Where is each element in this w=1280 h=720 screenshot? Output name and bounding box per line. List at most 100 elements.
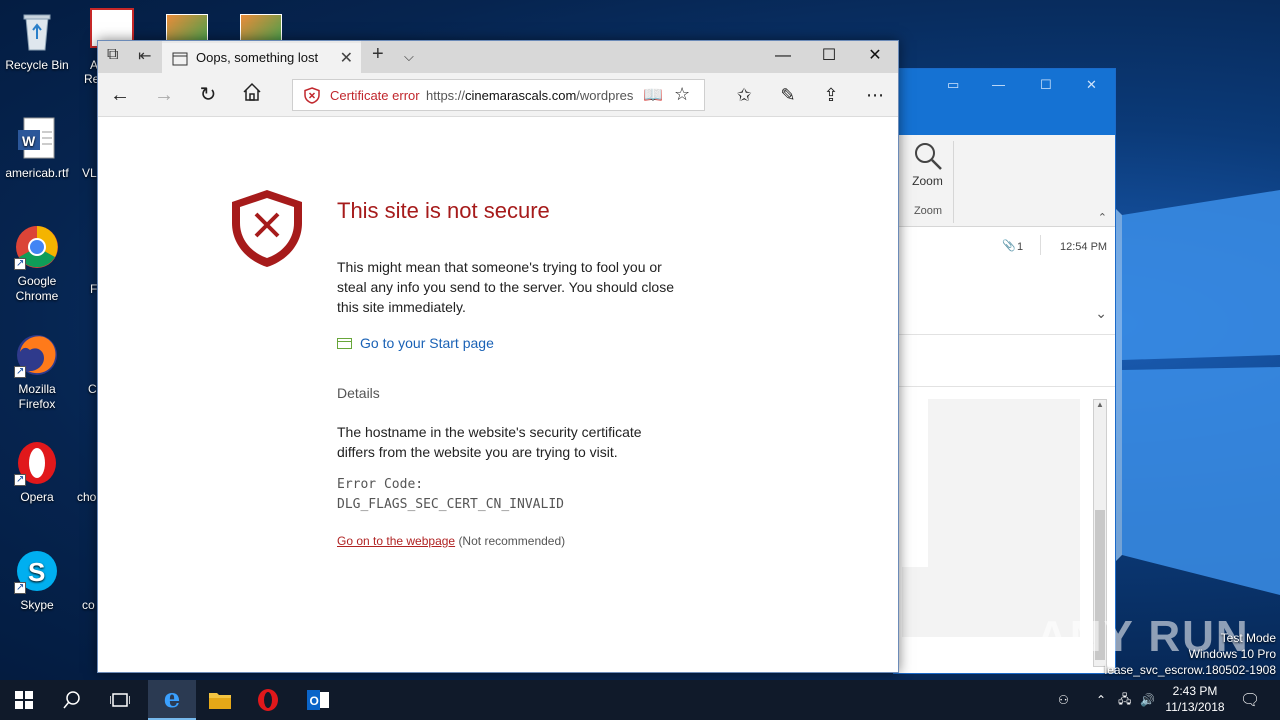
forward-arrow-icon[interactable]: → (150, 82, 178, 108)
url-text[interactable]: https://cinemarascals.com/wordpres (426, 88, 634, 103)
certificate-error-label[interactable]: Certificate error (330, 88, 420, 103)
windows-logo-wallpaper (1112, 190, 1280, 595)
skype-icon: S (14, 548, 60, 595)
page-title: This site is not secure (337, 198, 550, 223)
partial-label: co (82, 598, 95, 612)
windows-icon (15, 691, 33, 709)
back-arrow-icon[interactable]: ← (106, 82, 134, 108)
share-icon[interactable]: ⇪ (817, 82, 845, 108)
tab-close-icon[interactable]: ✕ (340, 48, 353, 68)
people-icon[interactable]: ⚇ (1058, 680, 1069, 720)
error-code-value: DLG_FLAGS_SEC_CERT_CN_INVALID (337, 497, 564, 512)
message-header: 📎 1 12:54 PM ⌄ (894, 227, 1115, 335)
maximize-icon[interactable]: ☐ (1040, 77, 1052, 93)
task-view-button[interactable] (96, 680, 144, 720)
opera-icon (14, 440, 60, 487)
recycle-bin-icon (14, 8, 60, 54)
taskbar-file-explorer[interactable] (196, 680, 244, 720)
restore-icon[interactable]: ▭ (947, 77, 959, 93)
taskbar-outlook[interactable]: O (294, 680, 342, 720)
tab-active[interactable]: Oops, something lost ✕ (162, 41, 361, 73)
magnifier-icon (914, 143, 942, 170)
desktop-icon-image-2[interactable] (240, 14, 282, 42)
minimize-icon[interactable]: — (992, 77, 1005, 92)
collapse-ribbon-icon[interactable]: ⌃ (1098, 211, 1107, 224)
desktop-icon-image-1[interactable] (166, 14, 208, 42)
minimize-button[interactable]: — (760, 41, 806, 73)
chevron-down-icon[interactable]: ⌄ (1095, 305, 1107, 322)
attachment-icon: 📎 (1002, 240, 1016, 252)
svg-text:O: O (310, 694, 319, 708)
search-icon (63, 691, 80, 709)
not-recommended-note: (Not recommended) (458, 534, 566, 548)
word-document-icon: W (14, 116, 60, 162)
divider (1040, 235, 1041, 255)
shield-error-icon (232, 190, 302, 267)
message-body-top (894, 335, 1115, 387)
set-tabs-aside-icon[interactable]: ⇤ (138, 46, 151, 66)
favorites-hub-icon[interactable]: ✩ (730, 82, 758, 108)
error-code-label: Error Code: (337, 477, 424, 492)
page-icon (172, 52, 188, 66)
edge-titlebar[interactable]: ⧉ ⇤ Oops, something lost ✕ + ⌵ — ☐ ✕ (98, 41, 898, 73)
search-button[interactable] (48, 680, 96, 720)
folder-icon (209, 693, 231, 709)
opera-icon (258, 689, 278, 711)
test-mode-notice: Test Mode Windows 10 Pro lease_svc_escro… (1104, 631, 1276, 677)
svg-text:W: W (22, 133, 36, 149)
svg-text:S: S (28, 557, 45, 587)
partial-label: VL (82, 166, 97, 180)
zoom-group-label: Zoom (913, 205, 943, 217)
attachment-count: 1 (1017, 241, 1024, 253)
desktop-icon-opera[interactable]: Opera (0, 440, 74, 505)
reading-view-icon[interactable]: 📖 (643, 85, 663, 105)
refresh-icon[interactable]: ↻ (194, 82, 222, 108)
close-button[interactable]: ✕ (852, 41, 898, 73)
home-icon[interactable] (238, 82, 266, 108)
maximize-button[interactable]: ☐ (806, 41, 852, 73)
partial-label: cho (77, 490, 97, 504)
chevron-down-icon[interactable]: ⌵ (404, 49, 414, 65)
edge-icon: e (163, 684, 181, 714)
edge-navbar: ← → ↻ Certificate error https://cinemara… (98, 73, 898, 117)
start-button[interactable] (0, 680, 48, 720)
desktop-icon-google-chrome[interactable]: Google Chrome (0, 224, 74, 304)
web-note-pen-icon[interactable]: ✎ (774, 82, 802, 108)
edge-window[interactable]: ⧉ ⇤ Oops, something lost ✕ + ⌵ — ☐ ✕ ← →… (97, 40, 899, 673)
outlook-window[interactable]: ▭ — ☐ ✕ Zoom Zoom ⌃ 📎 1 12:54 PM ⌄ ▲ (893, 68, 1116, 674)
go-on-link[interactable]: Go on to the webpage (337, 534, 455, 548)
details-heading[interactable]: Details (337, 385, 380, 401)
tab-preview-icon[interactable]: ⧉ (107, 46, 118, 64)
start-page-link[interactable]: Go to your Start page (337, 335, 494, 351)
system-clock[interactable]: 2:43 PM 11/13/2018 (1160, 683, 1230, 715)
scroll-up-icon[interactable]: ▲ (1094, 400, 1106, 412)
volume-icon[interactable]: 🔊 (1140, 680, 1155, 720)
taskbar-opera[interactable] (244, 680, 292, 720)
desktop-icon-mozilla-firefox[interactable]: Mozilla Firefox (0, 332, 74, 412)
error-code-block: Error Code: DLG_FLAGS_SEC_CERT_CN_INVALI… (337, 475, 564, 515)
go-on-row: Go on to the webpage (Not recommended) (337, 534, 565, 548)
desktop-icon-recycle-bin[interactable]: Recycle Bin (0, 8, 74, 73)
desktop-icon-americab[interactable]: W americab.rtf (0, 116, 74, 181)
show-hidden-icons[interactable]: ⌃ (1096, 680, 1106, 720)
shield-warning-icon (304, 87, 320, 104)
desktop-icon-skype[interactable]: S Skype (0, 548, 74, 613)
zoom-label: Zoom (912, 174, 943, 188)
action-center-icon[interactable]: 🗨 (1240, 680, 1260, 720)
favorite-star-icon[interactable]: ☆ (674, 84, 690, 105)
chrome-icon (14, 224, 60, 271)
taskbar-edge[interactable]: e (148, 680, 196, 720)
taskbar: e O ⚇ ⌃ 🖧 🔊 2:43 PM 11/13/2018 🗨 (0, 680, 1280, 720)
start-page-icon (337, 338, 352, 349)
tab-title: Oops, something lost (196, 50, 319, 65)
new-tab-icon[interactable]: + (372, 43, 384, 66)
outlook-titlebar[interactable]: ▭ — ☐ ✕ (894, 69, 1115, 135)
close-icon[interactable]: ✕ (1086, 77, 1097, 93)
more-options-icon[interactable]: ⋯ (861, 82, 889, 108)
outlook-icon: O (307, 690, 329, 710)
details-text: The hostname in the website's security c… (337, 424, 642, 460)
network-icon[interactable]: 🖧 (1118, 680, 1131, 720)
partial-label: C (88, 382, 97, 396)
outlook-ribbon: Zoom Zoom ⌃ (894, 135, 1115, 227)
address-bar[interactable]: Certificate error https://cinemarascals.… (292, 79, 705, 111)
